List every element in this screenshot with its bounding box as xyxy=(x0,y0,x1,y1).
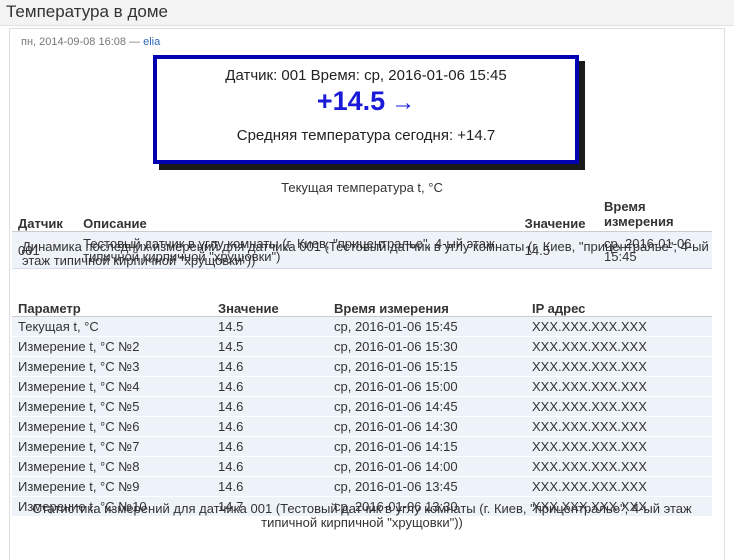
column-header: Время измерения xyxy=(598,196,712,232)
table-cell: 14.6 xyxy=(212,456,328,477)
table-header-row: Параметр Значение Время измерения IP адр… xyxy=(12,297,712,317)
table-cell: 14.6 xyxy=(212,416,328,437)
table-cell: ср, 2016-01-06 13:45 xyxy=(328,476,526,497)
table-cell: XXX.XXX.XXX.XXX xyxy=(526,316,712,337)
table-row: Измерение t, °С №6 14.6 ср, 2016-01-06 14:… xyxy=(12,416,712,437)
table-cell: Измерение t, °С №7 xyxy=(12,436,212,457)
table-row: Текущая t, °С 14.5 ср, 2016-01-06 15:45 XXX… xyxy=(12,316,712,337)
table-cell: Измерение t, °С №4 xyxy=(12,376,212,397)
table-cell: Измерение t, °С №3 xyxy=(12,356,212,377)
table-cell: ср, 2016-01-06 14:00 xyxy=(328,456,526,477)
table-row: Измерение t, °С №5 14.6 ср, 2016-01-06 14:… xyxy=(12,396,712,417)
table-cell: Измерение t, °С №5 xyxy=(12,396,212,417)
dynamics-caption: Динамика последних измерений для датчика… xyxy=(22,239,709,268)
table-cell: XXX.XXX.XXX.XXX xyxy=(526,356,712,377)
table1-caption: Текущая температура t, °С xyxy=(281,180,443,195)
table-cell: XXX.XXX.XXX.XXX xyxy=(526,456,712,477)
sensor-time-line: Датчик: 001 Время: ср, 2016-01-06 15:45 xyxy=(225,67,507,84)
table-cell: Измерение t, °С №8 xyxy=(12,456,212,477)
table-cell: XXX.XXX.XXX.XXX xyxy=(526,436,712,457)
table-cell: 14.5 xyxy=(212,316,328,337)
table-cell: ср, 2016-01-06 14:30 xyxy=(328,416,526,437)
table-cell: ср, 2016-01-06 15:30 xyxy=(328,336,526,357)
table-cell: ср, 2016-01-06 15:15 xyxy=(328,356,526,377)
table-cell: 14.6 xyxy=(212,476,328,497)
average-temperature-line: Средняя температура сегодня: +14.7 xyxy=(236,127,496,144)
table-cell: Измерение t, °С №9 xyxy=(12,476,212,497)
table-cell: ср, 2016-01-06 14:45 xyxy=(328,396,526,417)
column-header: Значение xyxy=(212,297,328,317)
table-cell: ср, 2016-01-06 15:00 xyxy=(328,376,526,397)
table-cell: 14.6 xyxy=(212,356,328,377)
post-meta: пн, 2014-09-08 16:08 — elia xyxy=(21,36,160,48)
column-header: IP адрес xyxy=(526,297,712,317)
column-header: Датчик xyxy=(12,196,78,232)
table-cell: ср, 2016-01-06 15:45 xyxy=(328,316,526,337)
meta-separator: — xyxy=(126,36,144,48)
table-cell: 14.6 xyxy=(212,396,328,417)
table-header-row: Датчик Описание Значение Время измерения xyxy=(12,196,712,232)
column-header: Параметр xyxy=(12,297,212,317)
column-header: Описание xyxy=(77,196,519,232)
column-header: Время измерения xyxy=(328,297,526,317)
table-cell: Измерение t, °С №2 xyxy=(12,336,212,357)
current-temperature-panel: Датчик: 001 Время: ср, 2016-01-06 15:45 … xyxy=(153,55,579,164)
trend-arrow-icon: → xyxy=(391,89,416,116)
table-cell: ср, 2016-01-06 14:15 xyxy=(328,436,526,457)
table-cell: XXX.XXX.XXX.XXX xyxy=(526,416,712,437)
temperature-value: +14.5 xyxy=(316,86,386,116)
table-cell: 14.6 xyxy=(212,376,328,397)
table-cell: Текущая t, °С xyxy=(12,316,212,337)
table-cell: XXX.XXX.XXX.XXX xyxy=(526,396,712,417)
page-title: Температура в доме xyxy=(0,0,734,26)
table-cell: XXX.XXX.XXX.XXX xyxy=(526,476,712,497)
column-header: Значение xyxy=(518,196,599,232)
table-row: Измерение t, °С №3 14.6 ср, 2016-01-06 15:… xyxy=(12,356,712,377)
table-cell: XXX.XXX.XXX.XXX xyxy=(526,376,712,397)
table-row: Измерение t, °С №8 14.6 ср, 2016-01-06 14:… xyxy=(12,456,712,477)
table-row: Измерение t, °С №7 14.6 ср, 2016-01-06 14:… xyxy=(12,436,712,457)
table-row: Измерение t, °С №2 14.5 ср, 2016-01-06 15:… xyxy=(12,336,712,357)
author-link[interactable]: elia xyxy=(143,36,160,48)
table-row: Измерение t, °С №9 14.6 ср, 2016-01-06 13:… xyxy=(12,476,712,497)
temperature-readout: +14.5 → xyxy=(157,86,575,117)
post-date: пн, 2014-09-08 16:08 xyxy=(21,36,126,48)
table-cell: XXX.XXX.XXX.XXX xyxy=(526,336,712,357)
table-cell: 14.6 xyxy=(212,436,328,457)
dynamics-table: Параметр Значение Время измерения IP адр… xyxy=(12,297,712,517)
table-cell: Измерение t, °С №6 xyxy=(12,416,212,437)
table-row: Измерение t, °С №4 14.6 ср, 2016-01-06 15:… xyxy=(12,376,712,397)
table-cell: 14.5 xyxy=(212,336,328,357)
stats-caption: Статистика измерений для датчика 001 (Те… xyxy=(32,501,692,530)
